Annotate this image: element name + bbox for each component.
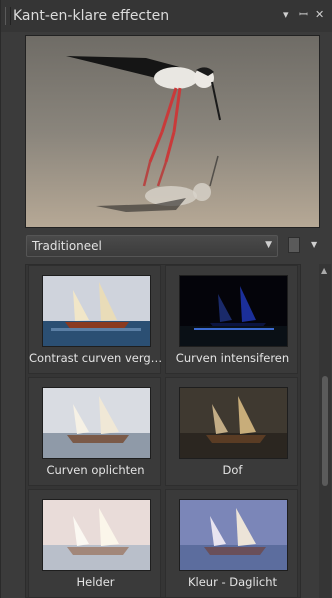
effect-thumbnail: [42, 275, 151, 347]
effect-thumbnail: [42, 387, 151, 459]
close-icon[interactable]: ✕: [315, 9, 324, 21]
effects-scrollbar[interactable]: ▲: [319, 264, 331, 598]
effect-thumbnail: [179, 499, 288, 571]
view-mode-icon[interactable]: [288, 237, 300, 253]
chevron-down-icon: ▼: [265, 240, 272, 250]
effect-label: Kleur - Daglicht: [187, 575, 277, 589]
panel-titlebar[interactable]: Kant-en-klare effecten ▾ ꟷ ✕: [1, 0, 332, 32]
ready-made-effects-panel: Kant-en-klare effecten ▾ ꟷ ✕ Traditionee…: [0, 0, 332, 598]
effect-item-contrast[interactable]: Contrast curven verg…: [28, 265, 162, 374]
effect-preview-image: [25, 35, 320, 228]
dropdown-arrow-icon[interactable]: ▾: [283, 9, 289, 21]
effect-label: Helder: [76, 575, 115, 589]
scroll-up-icon[interactable]: ▲: [321, 266, 327, 275]
effect-item-brighten[interactable]: Curven oplichten: [28, 377, 161, 486]
effect-category-select[interactable]: Traditioneel ▼: [26, 235, 278, 257]
effect-label: Curven oplichten: [46, 463, 145, 477]
effect-thumbnail: [179, 387, 288, 459]
effect-item-dull[interactable]: Dof: [165, 377, 298, 486]
effects-thumbnail-grid: Contrast curven verg… Curven intensifere…: [25, 264, 301, 598]
effect-label: Contrast curven verg…: [29, 351, 162, 365]
effect-item-intense[interactable]: Curven intensiferen: [165, 265, 298, 374]
effect-item-daylight[interactable]: Kleur - Daglicht: [165, 489, 298, 597]
pin-icon[interactable]: ꟷ: [299, 9, 308, 21]
effect-category-value: Traditioneel: [32, 239, 102, 253]
scrollbar-thumb[interactable]: [322, 376, 328, 486]
effect-item-clear[interactable]: Helder: [28, 489, 161, 597]
view-mode-dropdown-icon[interactable]: ▼: [311, 240, 317, 249]
effect-label: Curven intensiferen: [175, 351, 290, 365]
effect-label: Dof: [222, 463, 243, 477]
effect-thumbnail: [42, 499, 151, 571]
drag-grip-icon[interactable]: [5, 7, 11, 25]
panel-title: Kant-en-klare effecten: [13, 8, 170, 24]
effect-thumbnail: [179, 275, 288, 347]
